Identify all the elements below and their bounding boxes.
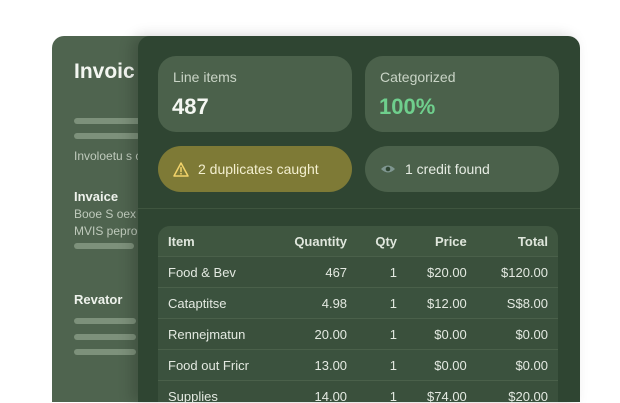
cell-price: $0.00 — [397, 349, 467, 381]
categorized-card: Categorized 100% — [365, 56, 559, 132]
placeholder-bar — [74, 243, 134, 249]
warning-icon — [172, 160, 190, 178]
table-row[interactable]: Rennejmatun 20.00 1 $0.00 $0.00 — [158, 318, 558, 350]
placeholder-bar — [74, 349, 136, 355]
line-items-card: Line items 487 — [158, 56, 352, 132]
cell-quantity: 467 — [282, 256, 348, 288]
cell-quantity: 20.00 — [282, 318, 348, 350]
cell-item: Food out Fricr — [158, 349, 283, 381]
duplicates-alert[interactable]: 2 duplicates caught — [158, 146, 352, 192]
background-subtitle: Involoetu s c — [74, 149, 142, 163]
cell-price: $20.00 — [397, 256, 467, 288]
cell-quantity: 4.98 — [282, 287, 348, 319]
cell-total: $0.00 — [466, 318, 558, 350]
duplicates-text: 2 duplicates caught — [198, 161, 319, 177]
cell-item: Cataptitse — [158, 287, 283, 319]
cell-price: $12.00 — [397, 287, 467, 319]
cell-item: Rennejmatun — [158, 318, 283, 350]
background-section-heading: Revator — [74, 292, 123, 307]
placeholder-bar — [74, 334, 136, 340]
cell-quantity: 13.00 — [282, 349, 348, 381]
line-items-label: Line items — [173, 69, 237, 85]
eye-icon — [379, 160, 397, 178]
placeholder-bar — [74, 318, 136, 324]
categorized-value: 100% — [379, 94, 436, 119]
cell-item: Supplies — [158, 380, 283, 402]
line-items-table: Item Quantity Qty Price Total Food & Bev… — [158, 226, 558, 402]
cell-qty: 1 — [347, 380, 398, 402]
column-header-qty[interactable]: Qty — [347, 226, 398, 257]
cell-qty: 1 — [347, 349, 398, 381]
cell-total: $20.00 — [466, 380, 558, 402]
background-text-line: Booe S oex — [74, 207, 137, 221]
table-row[interactable]: Cataptitse 4.98 1 $12.00 S$8.00 — [158, 287, 558, 319]
cell-qty: 1 — [347, 256, 398, 288]
cell-item: Food & Bev — [158, 256, 283, 288]
table-header-row: Item Quantity Qty Price Total — [158, 226, 558, 257]
cell-total: $0.00 — [466, 349, 558, 381]
column-header-price[interactable]: Price — [397, 226, 467, 257]
background-text-line: MVIS pepro — [74, 224, 138, 238]
cell-total: S$8.00 — [466, 287, 558, 319]
cell-quantity: 14.00 — [282, 380, 348, 402]
column-header-total[interactable]: Total — [466, 226, 558, 257]
table-row[interactable]: Food & Bev 467 1 $20.00 $120.00 — [158, 256, 558, 288]
table-row[interactable]: Supplies 14.00 1 $74.00 $20.00 — [158, 380, 558, 402]
cell-price: $74.00 — [397, 380, 467, 402]
cell-qty: 1 — [347, 287, 398, 319]
credit-text: 1 credit found — [405, 161, 490, 177]
background-title: Invoic — [74, 60, 135, 83]
column-header-item[interactable]: Item — [158, 226, 283, 257]
cell-total: $120.00 — [466, 256, 558, 288]
cell-price: $0.00 — [397, 318, 467, 350]
categorized-label: Categorized — [380, 69, 456, 85]
invoice-summary-panel: Line items 487 Categorized 100% 2 duplic… — [138, 36, 580, 402]
column-header-quantity[interactable]: Quantity — [282, 226, 348, 257]
background-section-heading: Invaice — [74, 189, 119, 204]
cell-qty: 1 — [347, 318, 398, 350]
table-row[interactable]: Food out Fricr 13.00 1 $0.00 $0.00 — [158, 349, 558, 381]
placeholder-bar — [74, 133, 140, 139]
credit-alert[interactable]: 1 credit found — [365, 146, 559, 192]
line-items-value: 487 — [172, 94, 209, 119]
section-divider — [138, 208, 580, 209]
invoice-app-screenshot: Invoic Involoetu s c Invaice Booe S oex … — [0, 0, 620, 403]
